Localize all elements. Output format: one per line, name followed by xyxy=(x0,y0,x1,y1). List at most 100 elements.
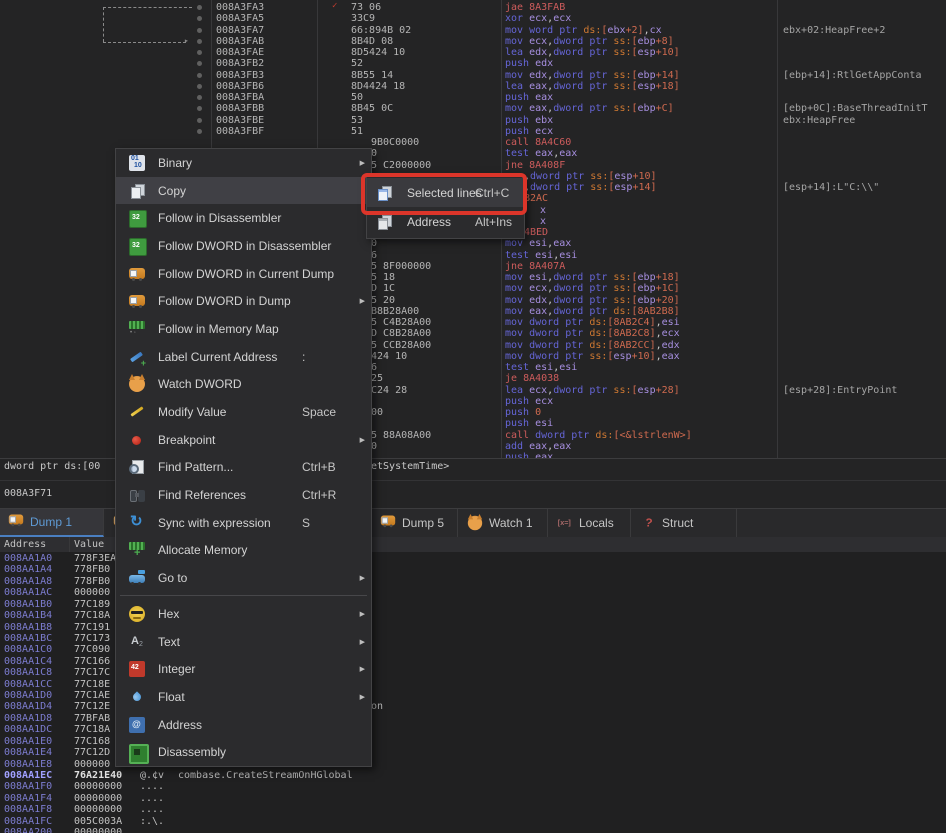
disasm-instruction: mov ecx,dword ptr ss:[ebp+8] xyxy=(505,36,674,47)
menu-separator xyxy=(116,592,371,600)
chip32-icon xyxy=(129,238,147,256)
disasm-row[interactable]: 008A3FAB8B4D 08mov ecx,dword ptr ss:[ebp… xyxy=(0,36,946,48)
disasm-bytes-fragment: 9B0C0000 xyxy=(371,137,419,148)
disasm-row[interactable]: 008A3FAE8D5424 10lea edx,dword ptr ss:[e… xyxy=(0,47,946,59)
disasm-comment: [ebp+14]:RtlGetAppConta xyxy=(783,70,921,81)
dump-ascii: :.\. xyxy=(140,816,164,827)
tab-locals[interactable]: Locals xyxy=(549,509,631,537)
menu-item-label: Sync with expression xyxy=(158,516,271,530)
dump-value: 77C191 xyxy=(74,622,110,633)
float-drop-icon xyxy=(129,689,145,705)
submenu-arrow-icon: ▶ xyxy=(360,574,365,582)
disasm-row[interactable]: ✓008A3FA373 06jae 8A3FAB xyxy=(0,2,946,14)
menu-item-float[interactable]: Float▶ xyxy=(116,683,371,711)
menu-item-find-references[interactable]: Find ReferencesCtrl+R xyxy=(116,481,371,509)
dump-address: 008AA1A4 xyxy=(4,564,52,575)
dump-row[interactable]: 008AA1F000000000.... xyxy=(0,781,946,793)
dump-truck-icon xyxy=(9,514,23,524)
dump-ascii: .... xyxy=(140,804,164,815)
menu-item-copy[interactable]: Copy xyxy=(116,177,371,205)
jump-taken-mark-icon: ✓ xyxy=(332,1,337,12)
submenu-arrow-icon: ▶ xyxy=(360,159,365,167)
disasm-row[interactable]: 008A3FB38B55 14mov edx,dword ptr ss:[ebp… xyxy=(0,70,946,82)
menu-item-find-pattern[interactable]: Find Pattern...Ctrl+B xyxy=(116,454,371,482)
disasm-row[interactable]: 008A3FA766:894B 02mov word ptr ds:[ebx+2… xyxy=(0,25,946,37)
menu-item-sync-with-expression[interactable]: Sync with expressionS xyxy=(116,509,371,537)
menu-item-follow-in-disassembler[interactable]: Follow in Disassembler xyxy=(116,204,371,232)
disasm-address: 008A3FA5 xyxy=(216,13,264,24)
menu-item-watch-dword[interactable]: Watch DWORD xyxy=(116,371,371,399)
breakpoint-dot-icon xyxy=(197,129,202,134)
dump-address: 008AA1B4 xyxy=(4,610,52,621)
menu-item-hex[interactable]: Hex▶ xyxy=(116,600,371,628)
disasm-address: 008A3FA7 xyxy=(216,25,264,36)
dump-address: 008AA1DC xyxy=(4,724,52,735)
disasm-instruction-fragment: B2AC xyxy=(524,193,548,204)
disasm-row[interactable]: 008A3FB252push edx xyxy=(0,58,946,70)
menu-item-integer[interactable]: Integer▶ xyxy=(116,655,371,683)
menu-item-breakpoint[interactable]: Breakpoint▶ xyxy=(116,426,371,454)
tab-label: Watch 1 xyxy=(489,516,533,530)
disasm-bytes: 73 06 xyxy=(351,2,381,13)
disasm-bytes-fragment: 00 xyxy=(371,407,383,418)
menu-item-label-current-address[interactable]: Label Current Address: xyxy=(116,343,371,371)
menu-item-label: Follow in Memory Map xyxy=(158,322,279,336)
dump-row[interactable]: 008AA20000000000.... xyxy=(0,827,946,833)
menu-item-shortcut: Ctrl+B xyxy=(302,460,336,474)
menu-item-label: Allocate Memory xyxy=(158,543,247,557)
breakpoint-dot-icon xyxy=(197,39,202,44)
menu-item-allocate-memory[interactable]: Allocate Memory xyxy=(116,537,371,565)
dump-row[interactable]: 008AA1F800000000.... xyxy=(0,804,946,816)
disasm-instruction: mov esi,eax xyxy=(505,238,571,249)
disasm-row[interactable]: 008A3FBE53push ebxebx:HeapFree xyxy=(0,115,946,127)
menu-item-follow-in-memory-map[interactable]: Follow in Memory Map xyxy=(116,315,371,343)
menu-item-label: Follow DWORD in Disassembler xyxy=(158,239,331,253)
tab-struct[interactable]: Struct xyxy=(632,509,737,537)
dump-address: 008AA1AC xyxy=(4,587,52,598)
disasm-bytes: 8B45 0C xyxy=(351,103,393,114)
dump-address: 008AA1F0 xyxy=(4,781,52,792)
submenu-arrow-icon: ▶ xyxy=(360,297,365,305)
submenu-item-label: Address xyxy=(407,215,451,229)
disasm-instruction: mov edx,dword ptr ss:[ebp+14] xyxy=(505,70,680,81)
tab-watch-1[interactable]: Watch 1 xyxy=(459,509,548,537)
disasm-comment: [esp+28]:EntryPoint xyxy=(783,385,897,396)
menu-item-go-to[interactable]: Go to▶ xyxy=(116,564,371,592)
menu-item-follow-dword-in-disassembler[interactable]: Follow DWORD in Disassembler xyxy=(116,232,371,260)
dump-ascii: @.¢v xyxy=(140,770,164,781)
menu-item-disassembly[interactable]: Disassembly xyxy=(116,738,371,766)
disasm-address: 008A3FAE xyxy=(216,47,264,58)
dump-address: 008AA200 xyxy=(4,827,52,833)
menu-item-follow-dword-in-dump[interactable]: Follow DWORD in Dump▶ xyxy=(116,287,371,315)
disasm-row[interactable]: 008A3FB68D4424 18lea eax,dword ptr ss:[e… xyxy=(0,81,946,93)
integer-icon xyxy=(129,661,145,677)
disasm-instruction: jne 8A408F xyxy=(505,160,565,171)
dump-value: 77C189 xyxy=(74,599,110,610)
find-pattern-icon xyxy=(129,459,145,475)
dump-value: 00000000 xyxy=(74,781,122,792)
dump-row[interactable]: 008AA1FC005C003A:.\. xyxy=(0,816,946,828)
menu-item-label: Follow DWORD in Current Dump xyxy=(158,267,334,281)
menu-item-binary[interactable]: Binary▶ xyxy=(116,149,371,177)
dump-value: 00000000 xyxy=(74,827,122,833)
disasm-instruction: jne 8A407A xyxy=(505,261,565,272)
menu-item-label: Disassembly xyxy=(158,745,226,759)
disasm-row[interactable]: 008A3FA533C9xor ecx,ecx xyxy=(0,13,946,25)
disasm-instruction: push ecx xyxy=(505,126,553,137)
dump-value: 76A21E40 xyxy=(74,770,122,781)
disasm-row[interactable]: 008A3FBF51push ecx xyxy=(0,126,946,138)
dump-row[interactable]: 008AA1EC76A21E40@.¢vcombase.CreateStream… xyxy=(0,770,946,782)
disasm-row[interactable]: 008A3FBB8B45 0Cmov eax,dword ptr ss:[ebp… xyxy=(0,103,946,115)
selected-address-text: 008A3F71 xyxy=(4,488,52,499)
disasm-row[interactable]: 008A3FBA50push eax xyxy=(0,92,946,104)
menu-item-text[interactable]: Text▶ xyxy=(116,628,371,656)
tab-dump-5[interactable]: Dump 5 xyxy=(372,509,458,537)
dump-row[interactable]: 008AA1F400000000.... xyxy=(0,793,946,805)
dump-value: 778FB0 xyxy=(74,564,110,575)
tab-dump-1[interactable]: Dump 1 xyxy=(0,509,104,537)
menu-item-follow-dword-in-current-dump[interactable]: Follow DWORD in Current Dump xyxy=(116,260,371,288)
menu-item-modify-value[interactable]: Modify ValueSpace xyxy=(116,398,371,426)
menu-item-address[interactable]: Address xyxy=(116,711,371,739)
disasm-bytes: 53 xyxy=(351,115,363,126)
disasm-address: 008A3FAB xyxy=(216,36,264,47)
